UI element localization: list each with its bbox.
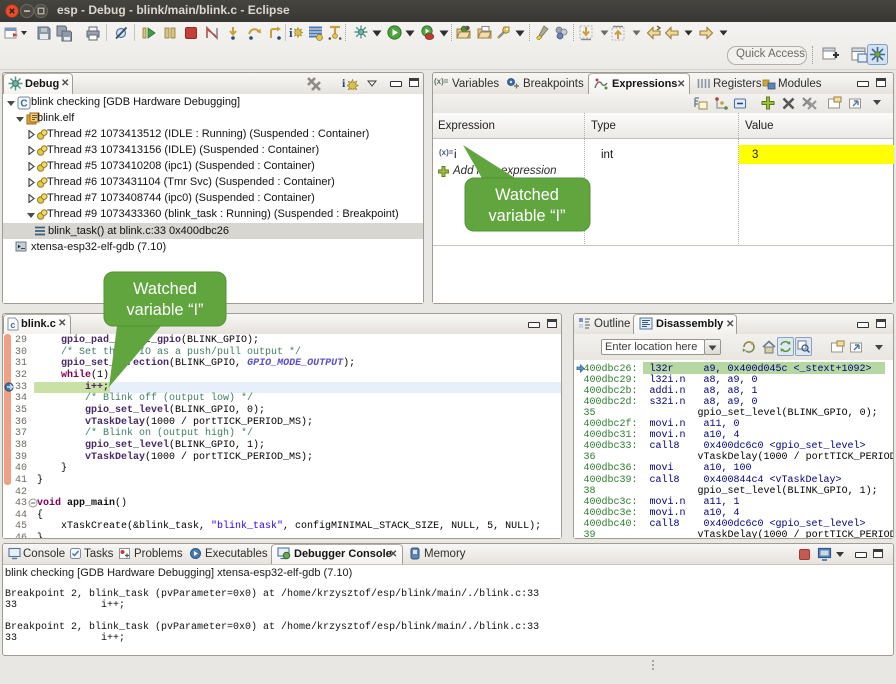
svg-text:c: c (10, 321, 15, 331)
svg-text:Watched: Watched (133, 280, 197, 298)
svg-text:C: C (20, 99, 27, 110)
svg-text:variable “I”: variable “I” (127, 301, 204, 319)
svg-text:variable “I”: variable “I” (489, 207, 566, 225)
svg-text:Watched: Watched (495, 186, 559, 204)
